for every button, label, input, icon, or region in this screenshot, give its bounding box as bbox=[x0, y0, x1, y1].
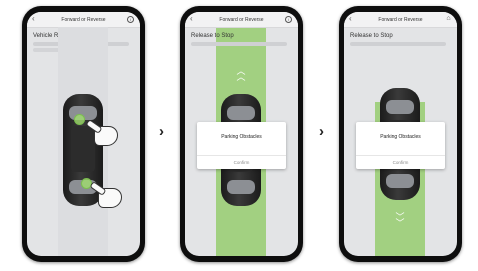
confirm-button[interactable]: Confirm bbox=[197, 155, 286, 169]
info-icon[interactable]: i bbox=[285, 16, 292, 23]
front-windshield bbox=[227, 106, 255, 120]
chevron-right-icon: › bbox=[159, 123, 164, 140]
phone-screen-3: ‹ Forward or Reverse ⌂ Release to Stop P… bbox=[339, 6, 462, 262]
top-bar: ‹ Forward or Reverse i bbox=[185, 12, 298, 28]
confirm-button[interactable]: Confirm bbox=[356, 155, 445, 169]
phone-screen-2: ‹ Forward or Reverse i Release to Stop ︿… bbox=[180, 6, 303, 262]
back-icon[interactable]: ‹ bbox=[32, 14, 35, 24]
hand-pointer-icon bbox=[89, 181, 122, 208]
reverse-arrows-icon: ﹀ ﹀ bbox=[395, 212, 405, 228]
forward-arrows-icon: ︿ ︿ bbox=[236, 66, 246, 82]
forward-touch-point[interactable] bbox=[74, 114, 85, 125]
top-bar: ‹ Forward or Reverse ⌂ bbox=[344, 12, 457, 28]
header-title: Forward or Reverse bbox=[61, 16, 106, 23]
parking-obstacles-dialog: Parking Obstacles Confirm bbox=[356, 122, 445, 169]
screen-title: Release to Stop bbox=[191, 33, 234, 39]
subtitle-text-placeholder bbox=[191, 42, 287, 46]
parking-obstacles-dialog: Parking Obstacles Confirm bbox=[197, 122, 286, 169]
header-title: Forward or Reverse bbox=[219, 16, 264, 23]
subtitle-text-placeholder bbox=[350, 42, 446, 46]
hand-pointer-icon bbox=[85, 119, 118, 146]
header-title: Forward or Reverse bbox=[378, 16, 423, 23]
dialog-message: Parking Obstacles bbox=[380, 134, 421, 140]
back-icon[interactable]: ‹ bbox=[190, 14, 193, 24]
screen-title: Release to Stop bbox=[350, 33, 393, 39]
info-icon[interactable]: i bbox=[127, 16, 134, 23]
car-roof bbox=[71, 126, 95, 172]
home-icon[interactable]: ⌂ bbox=[446, 15, 451, 22]
top-bar: ‹ Forward or Reverse i bbox=[27, 12, 140, 28]
dialog-message: Parking Obstacles bbox=[221, 134, 262, 140]
front-windshield bbox=[386, 100, 414, 114]
rear-windshield bbox=[227, 180, 255, 194]
chevron-right-icon: › bbox=[319, 123, 324, 140]
screen-release-reverse: ‹ Forward or Reverse ⌂ Release to Stop P… bbox=[344, 12, 457, 256]
back-icon[interactable]: ‹ bbox=[349, 14, 352, 24]
screen-vehicle-ready: ‹ Forward or Reverse i Vehicle Ready bbox=[27, 12, 140, 256]
screen-release-forward: ‹ Forward or Reverse i Release to Stop ︿… bbox=[185, 12, 298, 256]
phone-screen-1: ‹ Forward or Reverse i Vehicle Ready bbox=[22, 6, 145, 262]
rear-windshield bbox=[386, 174, 414, 188]
